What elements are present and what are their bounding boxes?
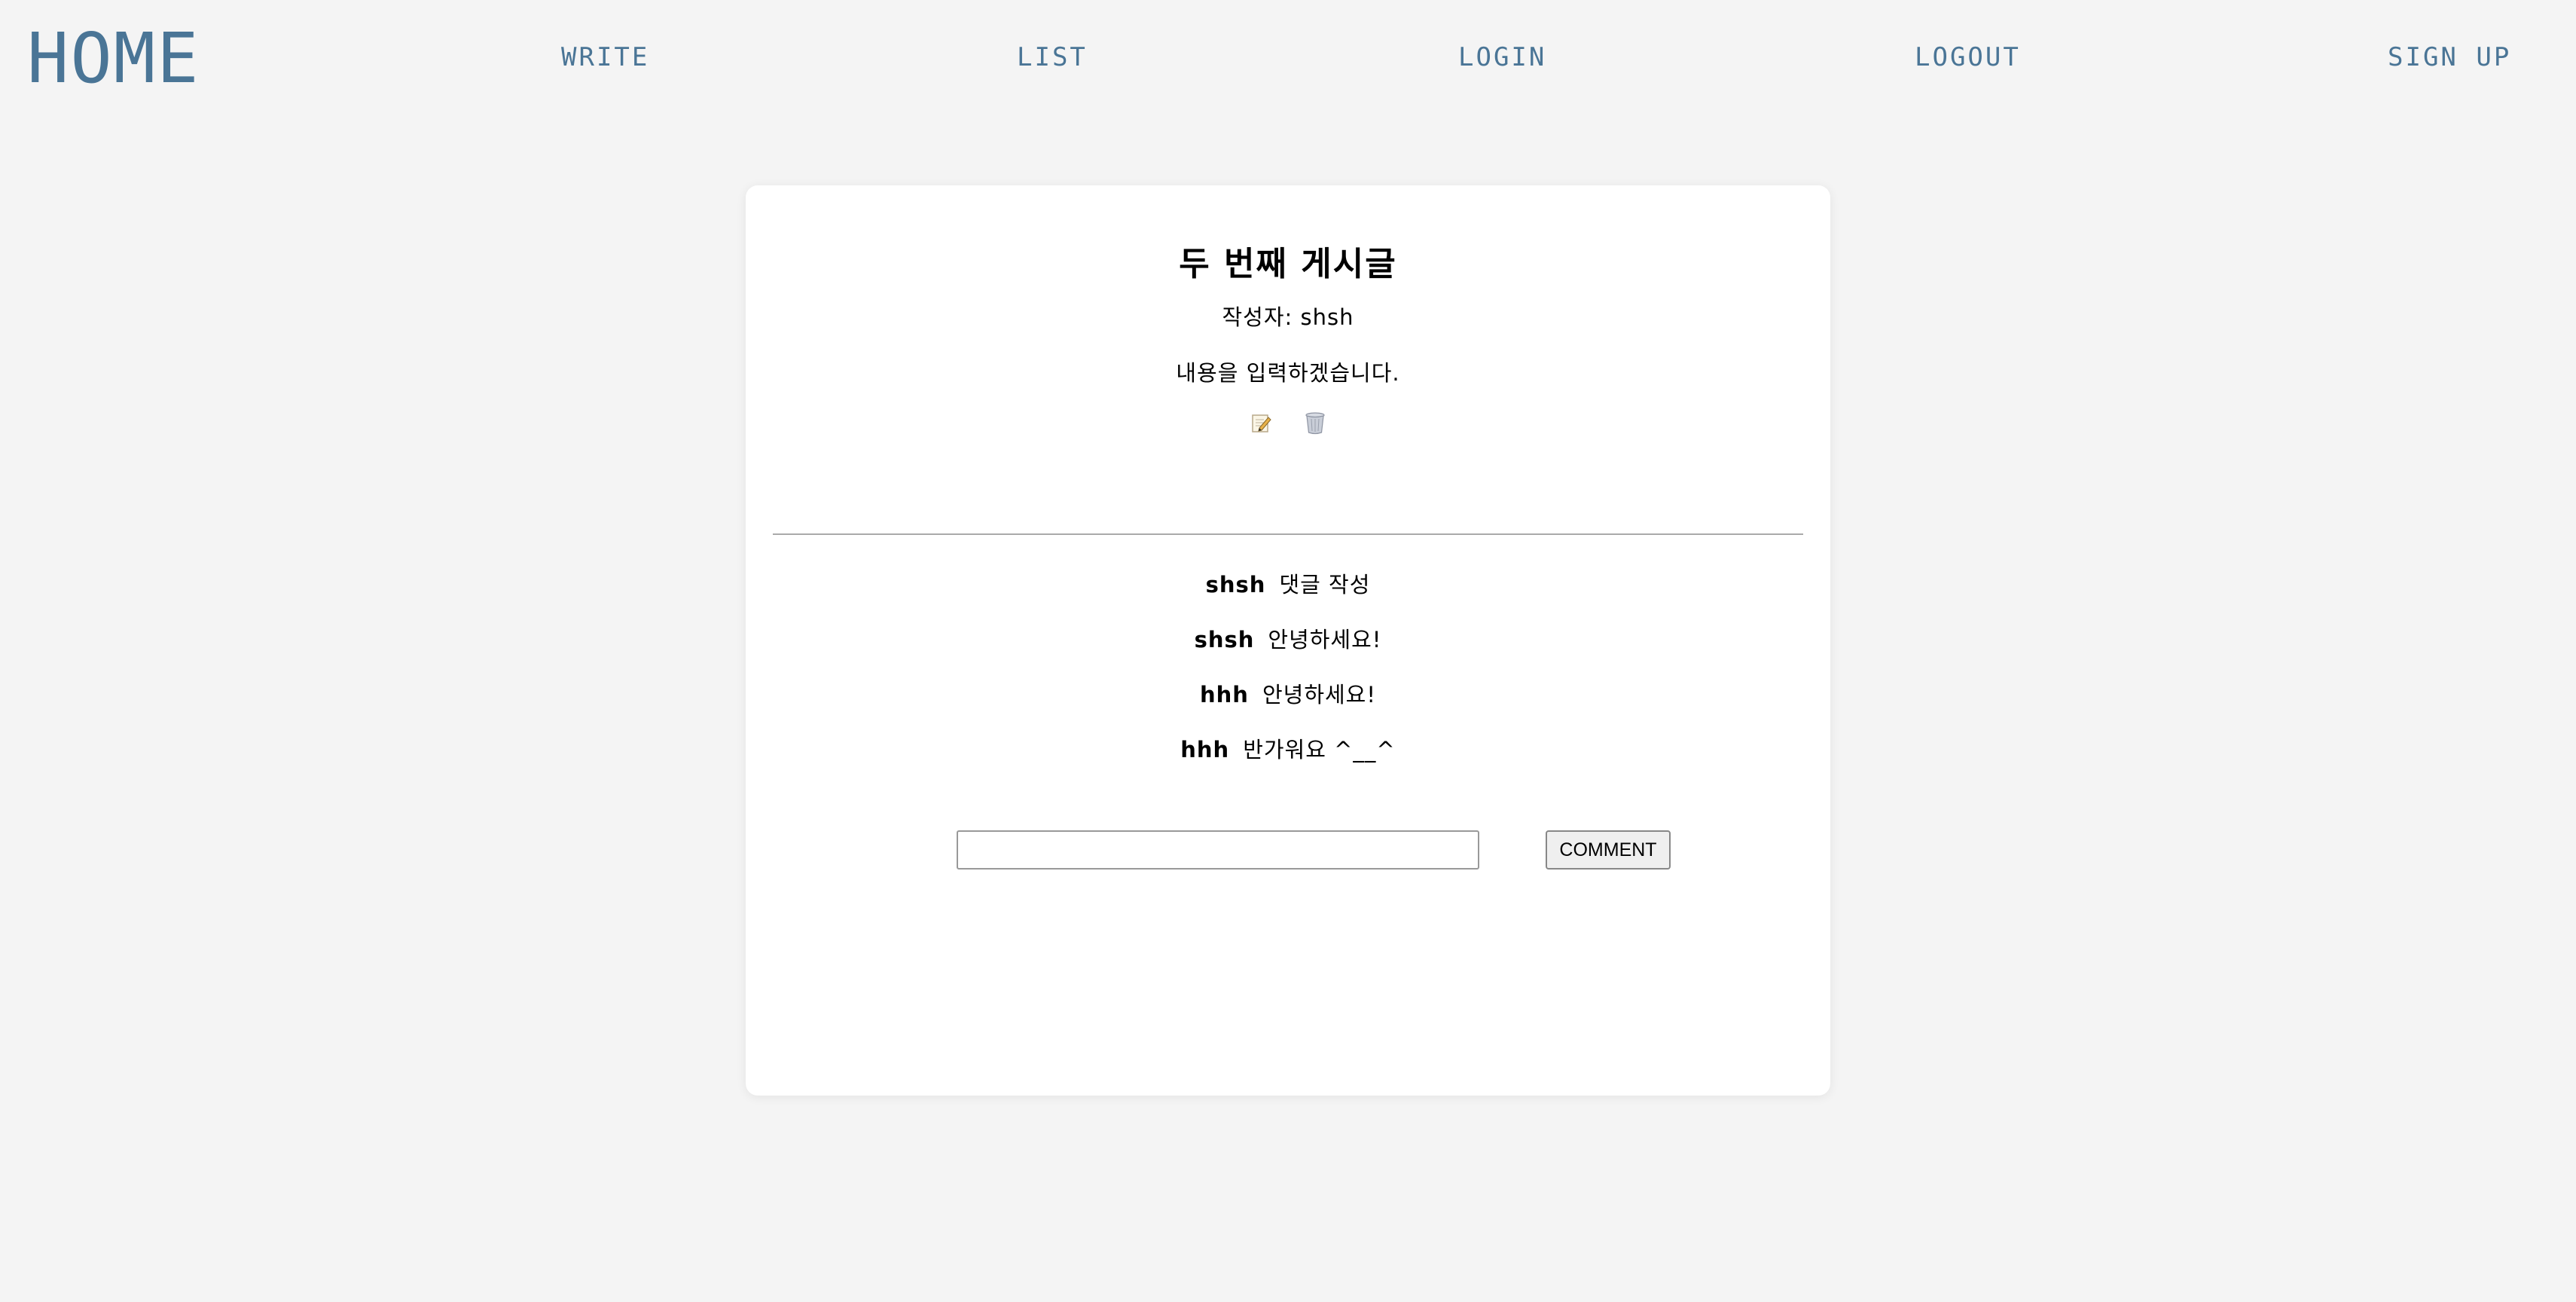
nav-write-link[interactable]: WRITE: [561, 42, 649, 72]
delete-post-button[interactable]: [1303, 410, 1327, 436]
nav-signup-link[interactable]: SIGN UP: [2388, 42, 2511, 72]
comment-text: 안녕하세요!: [1262, 682, 1376, 708]
comment-input[interactable]: [957, 830, 1479, 870]
trash-can-icon: [1305, 412, 1325, 435]
comment-submit-button[interactable]: COMMENT: [1546, 830, 1671, 870]
comment-item: shsh 댓글 작성: [746, 558, 1830, 613]
post-actions: [746, 410, 1830, 436]
comment-item: shsh 안녕하세요!: [746, 613, 1830, 668]
comment-author: shsh: [1205, 572, 1266, 598]
post-title: 두 번째 게시글: [1179, 245, 1397, 283]
nav-home-link[interactable]: HOME: [27, 18, 200, 99]
comment-item: hhh 안녕하세요!: [746, 668, 1830, 723]
comment-text: 안녕하세요!: [1268, 627, 1382, 653]
post-author: 작성자: shsh: [1222, 304, 1354, 330]
memo-pencil-icon: [1252, 414, 1271, 432]
comment-author: hhh: [1180, 737, 1230, 763]
edit-post-button[interactable]: [1249, 410, 1273, 436]
comment-text: 댓글 작성: [1279, 572, 1371, 598]
nav-login-link[interactable]: LOGIN: [1458, 42, 1546, 72]
top-nav: HOME WRITE LIST LOGIN LOGOUT SIGN UP: [0, 0, 2576, 121]
comment-item: hhh 반가워요 ^__^: [746, 723, 1830, 778]
comment-text: 반가워요 ^__^: [1243, 737, 1396, 763]
comment-list: shsh 댓글 작성 shsh 안녕하세요! hhh 안녕하세요! hhh 반가워요 ^…: [746, 558, 1830, 778]
comment-author: hhh: [1200, 682, 1249, 708]
nav-logout-link[interactable]: LOGOUT: [1915, 42, 2021, 72]
nav-list-link[interactable]: LIST: [1017, 42, 1088, 72]
comment-author: shsh: [1194, 627, 1255, 653]
comments-divider: [773, 533, 1803, 535]
post-content: 내용을 입력하겠습니다.: [1176, 360, 1400, 386]
post-card: 두 번째 게시글 작성자: shsh 내용을 입력하겠습니다. shsh 댓글 …: [746, 185, 1830, 1096]
